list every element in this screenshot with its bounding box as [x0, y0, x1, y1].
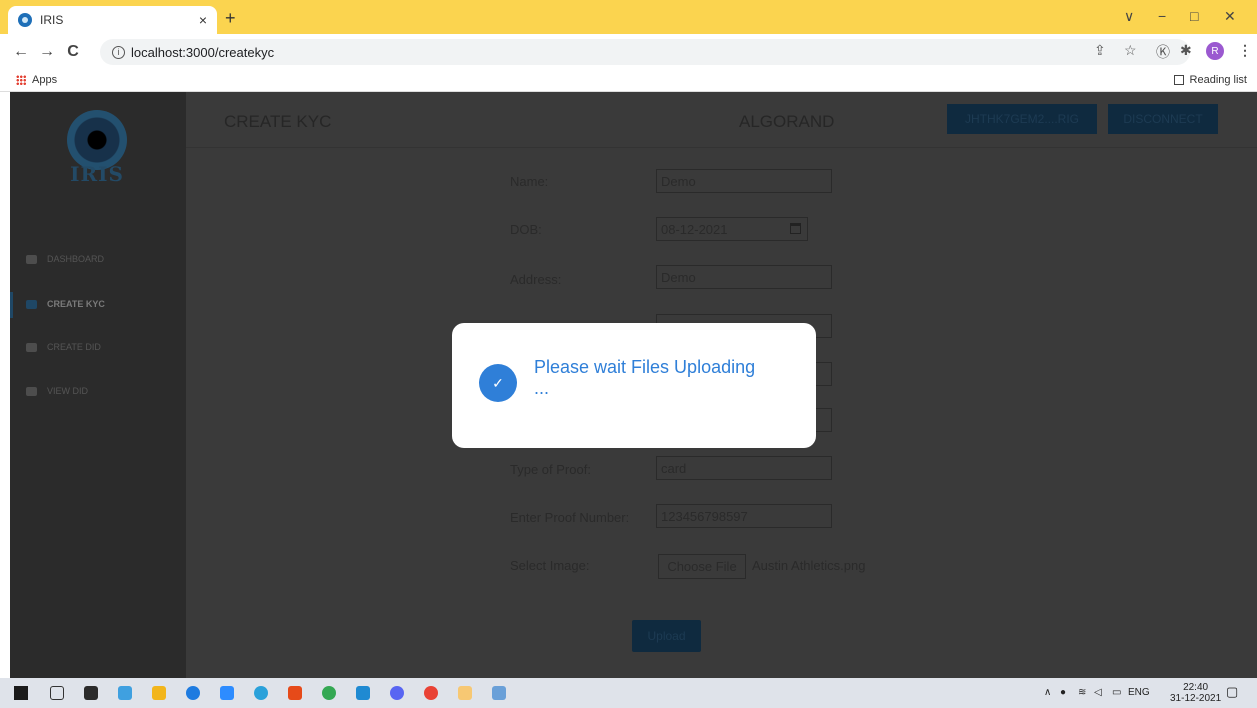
back-button[interactable]: ← [8, 43, 34, 61]
reload-button[interactable]: C [60, 43, 86, 61]
puzzle-icon[interactable]: ✱ [1180, 42, 1192, 59]
bookmarks-bar: Apps Reading list [0, 70, 1257, 92]
windows-start-icon[interactable] [14, 686, 28, 700]
forward-button[interactable]: → [34, 43, 60, 61]
new-tab-button[interactable]: + [225, 8, 236, 29]
sidebar-item-view-did[interactable]: VIEW DID [26, 382, 88, 400]
discord-icon[interactable] [390, 686, 404, 700]
reading-list-label: Reading list [1189, 74, 1247, 86]
network-label: ALGORAND [739, 112, 835, 131]
name-input[interactable]: Demo [656, 169, 832, 193]
date: 31-12-2021 [1170, 693, 1222, 704]
check-icon: ✓ [479, 364, 517, 402]
folder-icon [26, 299, 37, 309]
proof-number-input[interactable]: 123456798597 [656, 504, 832, 528]
folder-icon [26, 342, 37, 352]
swap-icon [26, 386, 37, 396]
image-label: Select Image: [510, 558, 590, 573]
page-title: CREATE KYC [224, 112, 332, 131]
wallet-address-button[interactable]: JHTHK7GEM2....RIG [947, 104, 1097, 134]
restore-button[interactable]: □ [1190, 8, 1198, 24]
clock[interactable]: 22:40 31-12-2021 [1170, 682, 1221, 704]
disconnect-button[interactable]: DISCONNECT [1108, 104, 1218, 134]
dob-label: DOB: [510, 222, 542, 237]
tab-close-button[interactable]: × [199, 12, 207, 28]
vscode-icon[interactable] [356, 686, 370, 700]
task-view-icon[interactable] [50, 686, 64, 700]
active-indicator [10, 292, 13, 318]
dashboard-icon [26, 254, 37, 264]
sidebar-item-label: CREATE KYC [47, 299, 105, 309]
address-label: Address: [510, 272, 562, 287]
tab-strip: IRIS × + ∨ − □ ✕ [0, 0, 1257, 34]
zoom-icon[interactable] [220, 686, 234, 700]
tab-title: IRIS [40, 13, 64, 27]
profile-avatar[interactable]: R [1206, 42, 1224, 60]
tab-search-icon[interactable]: ∨ [1124, 8, 1134, 25]
office-icon[interactable] [288, 686, 302, 700]
minimize-button[interactable]: − [1158, 8, 1166, 24]
time: 22:40 [1183, 682, 1209, 693]
share-icon[interactable]: ⇪ [1094, 42, 1106, 59]
proof-type-input[interactable]: card [656, 456, 832, 480]
extension-icon[interactable]: Ⓚ [1156, 42, 1170, 62]
taskbar: ∧ ● ≋ ◁ ▭ ENG 22:40 31-12-2021 ▢ [0, 678, 1257, 708]
address-input[interactable]: Demo [656, 265, 832, 289]
proof-type-label: Type of Proof: [510, 462, 591, 477]
reading-list-button[interactable]: Reading list [1173, 74, 1247, 86]
proof-number-label: Enter Proof Number: [510, 510, 630, 525]
logo-text: IRIS [70, 162, 124, 186]
dob-value: 08-12-2021 [661, 222, 728, 237]
choose-file-button[interactable]: Choose File [658, 554, 746, 579]
reading-list-icon [1173, 75, 1184, 85]
favicon-icon [18, 13, 32, 27]
dob-input[interactable]: 08-12-2021 [656, 217, 808, 241]
close-window-button[interactable]: ✕ [1224, 8, 1236, 25]
site-info-icon[interactable]: i [112, 45, 125, 59]
sidebar-item-dashboard[interactable]: DASHBOARD [26, 250, 104, 268]
chevron-up-icon[interactable]: ∧ [1044, 687, 1051, 698]
sidebar-item-create-kyc[interactable]: CREATE KYC [26, 295, 105, 313]
app-header: CREATE KYC ALGORAND JHTHK7GEM2....RIG DI… [186, 92, 1257, 148]
upload-modal: ✓ Please wait Files Uploading ... [452, 323, 816, 448]
name-label: Name: [510, 174, 549, 189]
sticky-notes-icon[interactable] [84, 686, 98, 700]
star-icon[interactable]: ☆ [1124, 42, 1137, 59]
iris-logo-icon [67, 110, 127, 170]
wifi-icon[interactable]: ≋ [1078, 687, 1086, 698]
apps-grid-icon [16, 75, 26, 85]
browser-toolbar: ← → C i localhost:3000/createkyc ⇪ ☆ Ⓚ ✱… [0, 34, 1257, 70]
battery-icon[interactable]: ▭ [1112, 687, 1121, 698]
sidebar-item-label: DASHBOARD [47, 254, 105, 264]
chrome-profile-icon[interactable] [424, 686, 438, 700]
file-explorer-icon[interactable] [152, 686, 166, 700]
selected-file-name: Austin Athletics.png [752, 558, 866, 573]
sidebar-item-label: CREATE DID [47, 342, 101, 352]
modal-message: Please wait Files Uploading ... [534, 357, 756, 398]
paint-icon[interactable] [458, 686, 472, 700]
volume-icon[interactable]: ◁ [1094, 687, 1102, 698]
app-icon[interactable] [118, 686, 132, 700]
notifications-icon[interactable]: ▢ [1226, 684, 1238, 700]
app-icon[interactable] [186, 686, 200, 700]
address-bar[interactable]: i localhost:3000/createkyc [100, 39, 1190, 65]
sidebar-item-create-did[interactable]: CREATE DID [26, 338, 101, 356]
language-indicator[interactable]: ENG [1128, 687, 1150, 698]
browser-tab[interactable]: IRIS × [8, 6, 217, 34]
url-text: localhost:3000/createkyc [131, 44, 275, 60]
sidebar: IRIS DASHBOARD CREATE KYC CREATE DID VIE… [10, 92, 186, 678]
chrome-icon[interactable] [322, 686, 336, 700]
menu-icon[interactable]: ⋮ [1238, 42, 1252, 59]
upload-button[interactable]: Upload [632, 620, 701, 652]
apps-button[interactable]: Apps [16, 74, 57, 86]
calendar-icon[interactable] [790, 223, 801, 234]
network-app-icon[interactable] [492, 686, 506, 700]
microphone-icon[interactable]: ● [1060, 687, 1066, 698]
telegram-icon[interactable] [254, 686, 268, 700]
apps-label: Apps [32, 74, 58, 86]
sidebar-item-label: VIEW DID [47, 386, 89, 396]
